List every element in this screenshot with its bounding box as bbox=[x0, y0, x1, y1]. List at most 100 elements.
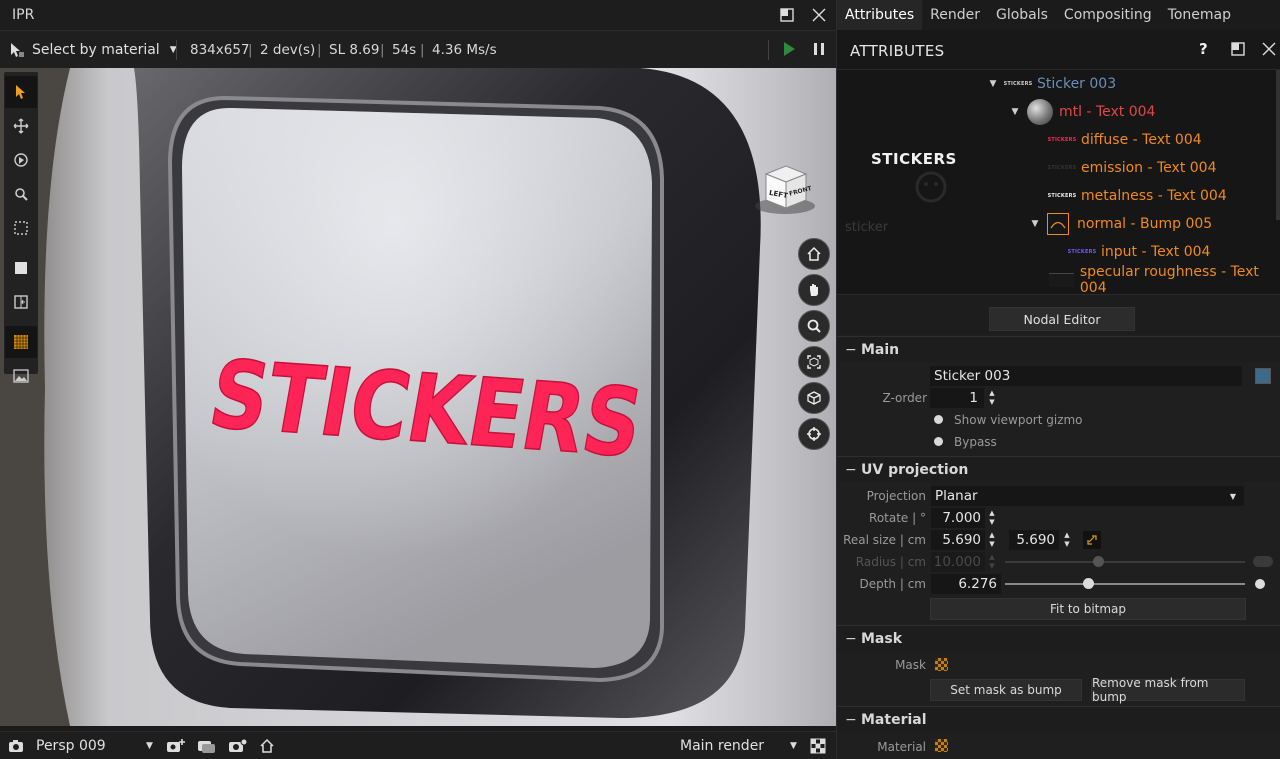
nodal-editor-button[interactable]: Nodal Editor bbox=[989, 307, 1135, 331]
tab-compositing[interactable]: Compositing bbox=[1056, 0, 1160, 30]
alias-field[interactable]: Sticker 003 bbox=[930, 366, 1242, 386]
camera-icon[interactable] bbox=[8, 738, 26, 758]
material-texture-icon[interactable] bbox=[935, 739, 948, 752]
background-image-icon[interactable] bbox=[5, 360, 37, 392]
view-cube[interactable]: LEFT FRONT bbox=[754, 162, 816, 216]
chevron-down-icon[interactable]: ▼ bbox=[146, 741, 153, 751]
maximize-icon[interactable] bbox=[778, 6, 796, 24]
tree-scrollbar[interactable] bbox=[1276, 70, 1280, 220]
duplicate-camera-icon[interactable] bbox=[197, 738, 217, 758]
pause-icon[interactable] bbox=[812, 41, 826, 61]
tree-item-specular-roughness[interactable]: specular roughness - Text 004 bbox=[1049, 264, 1280, 294]
home-icon[interactable] bbox=[259, 738, 275, 758]
depth-label: Depth | cm bbox=[859, 577, 926, 591]
pick-focus-icon[interactable] bbox=[798, 418, 830, 450]
zoom-tool-icon[interactable] bbox=[5, 178, 37, 210]
tree-item-input[interactable]: STICKERS input - Text 004 bbox=[1068, 238, 1211, 266]
tree-item-label: specular roughness - Text 004 bbox=[1079, 264, 1259, 294]
section-uv-projection[interactable]: − UV projection bbox=[837, 456, 1280, 482]
zorder-spinner[interactable]: ▲ ▼ bbox=[987, 389, 997, 409]
checkerboard-icon[interactable] bbox=[810, 738, 826, 758]
tree-item-diffuse[interactable]: STICKERS diffuse - Text 004 bbox=[1048, 126, 1202, 154]
collapse-section-icon[interactable]: − bbox=[845, 712, 861, 728]
set-mask-as-bump-button[interactable]: Set mask as bump bbox=[930, 679, 1082, 701]
alias-color-swatch[interactable] bbox=[1255, 368, 1271, 384]
chevron-down-icon: ▼ bbox=[1229, 491, 1236, 501]
play-icon[interactable] bbox=[782, 41, 796, 61]
realsize-y-spinner[interactable]: ▲ ▼ bbox=[1062, 531, 1072, 551]
render-layer-selector[interactable]: Main render bbox=[680, 738, 764, 754]
collapse-section-icon[interactable]: − bbox=[845, 342, 861, 358]
close-icon[interactable] bbox=[810, 6, 828, 24]
camera-settings-icon[interactable] bbox=[228, 738, 248, 758]
tree-item-sticker[interactable]: ▼ STICKERS Sticker 003 bbox=[987, 70, 1117, 98]
close-icon[interactable] bbox=[1262, 42, 1276, 60]
select-mode-dropdown[interactable]: Select by material ▼ bbox=[8, 39, 177, 61]
render-viewport[interactable]: STICKERS LEFT FRONT bbox=[0, 68, 836, 726]
home-view-icon[interactable] bbox=[798, 238, 830, 270]
remove-mask-from-bump-button[interactable]: Remove mask from bump bbox=[1091, 676, 1245, 704]
realsize-x-field[interactable]: 5.690 bbox=[931, 530, 985, 550]
grid-overlay-icon[interactable] bbox=[5, 326, 37, 358]
collapse-section-icon[interactable]: − bbox=[845, 462, 861, 478]
viewport-nav-buttons bbox=[798, 238, 832, 454]
fit-to-bitmap-button[interactable]: Fit to bitmap bbox=[930, 598, 1246, 620]
section-title: Main bbox=[861, 341, 900, 358]
depth-field[interactable]: 6.276 bbox=[931, 574, 1001, 594]
zoom-icon[interactable] bbox=[798, 310, 830, 342]
realsize-y-field[interactable]: 5.690 bbox=[1009, 530, 1059, 550]
chevron-down-icon[interactable]: ▼ bbox=[790, 741, 797, 751]
material-sphere-icon bbox=[1027, 99, 1053, 125]
help-icon[interactable]: ? bbox=[1199, 40, 1208, 58]
resolution-stat: 834x657 bbox=[190, 42, 250, 58]
mask-texture-icon[interactable] bbox=[935, 658, 948, 671]
add-camera-icon[interactable] bbox=[166, 738, 186, 758]
select-tool-icon[interactable] bbox=[5, 76, 37, 108]
maximize-icon[interactable] bbox=[1231, 42, 1245, 60]
section-main[interactable]: − Main bbox=[837, 336, 1280, 362]
rotate-field[interactable]: 7.000 bbox=[931, 508, 985, 528]
radius-toggle bbox=[1253, 556, 1273, 567]
tab-attributes[interactable]: Attributes bbox=[837, 0, 923, 30]
section-material[interactable]: − Material bbox=[837, 706, 1280, 732]
link-icon[interactable] bbox=[1083, 531, 1101, 549]
bypass-radio[interactable] bbox=[934, 437, 943, 446]
rotate-spinner[interactable]: ▲ ▼ bbox=[987, 509, 997, 529]
collapse-icon[interactable]: ▼ bbox=[1009, 107, 1021, 117]
rotate-tool-icon[interactable] bbox=[5, 144, 37, 176]
preview-subtitle: sticker bbox=[845, 220, 889, 235]
tab-tonemap[interactable]: Tonemap bbox=[1160, 0, 1239, 30]
compare-icon[interactable] bbox=[5, 286, 37, 318]
projection-dropdown[interactable]: Planar ▼ bbox=[931, 486, 1244, 506]
move-tool-icon[interactable] bbox=[5, 110, 37, 142]
camera-selector[interactable]: Persp 009 bbox=[36, 738, 106, 754]
section-title: UV projection bbox=[861, 461, 969, 478]
collapse-icon[interactable]: ▼ bbox=[1029, 219, 1041, 229]
tree-item-label: emission - Text 004 bbox=[1081, 160, 1217, 176]
frame-selection-icon[interactable] bbox=[798, 346, 830, 378]
tree-item-label: input - Text 004 bbox=[1101, 244, 1211, 260]
tree-item-emission[interactable]: STICKERS emission - Text 004 bbox=[1048, 154, 1217, 182]
tab-globals[interactable]: Globals bbox=[988, 0, 1056, 30]
tree-item-metalness[interactable]: STICKERS metalness - Text 004 bbox=[1048, 182, 1227, 210]
render-region-icon[interactable] bbox=[5, 252, 37, 284]
pan-hand-icon[interactable] bbox=[798, 274, 830, 306]
show-gizmo-radio[interactable] bbox=[934, 415, 943, 424]
collapse-section-icon[interactable]: − bbox=[845, 631, 861, 647]
tree-item-material[interactable]: ▼ mtl - Text 004 bbox=[1009, 98, 1155, 126]
region-select-icon[interactable] bbox=[5, 212, 37, 244]
ipr-bottom-bar: Persp 009 ▼ Main render ▼ bbox=[0, 731, 836, 759]
frame-all-icon[interactable] bbox=[798, 382, 830, 414]
section-mask[interactable]: − Mask bbox=[837, 625, 1280, 651]
attributes-panel: Attributes Render Globals Compositing To… bbox=[836, 0, 1280, 759]
depth-slider-knob[interactable] bbox=[1083, 578, 1094, 589]
realsize-x-spinner[interactable]: ▲ ▼ bbox=[987, 531, 997, 551]
depth-slider-track[interactable] bbox=[1005, 583, 1245, 585]
collapse-icon[interactable]: ▼ bbox=[987, 79, 999, 89]
tab-render[interactable]: Render bbox=[922, 0, 988, 30]
radius-spinner: ▲ ▼ bbox=[989, 553, 995, 570]
zorder-field[interactable]: 1 bbox=[930, 388, 984, 408]
tree-item-normal[interactable]: ▼ normal - Bump 005 bbox=[1029, 210, 1212, 238]
ipr-toolbar: Select by material ▼ 834x657 | 2 dev(s) … bbox=[0, 30, 836, 68]
depth-reset-dot[interactable] bbox=[1255, 579, 1265, 589]
